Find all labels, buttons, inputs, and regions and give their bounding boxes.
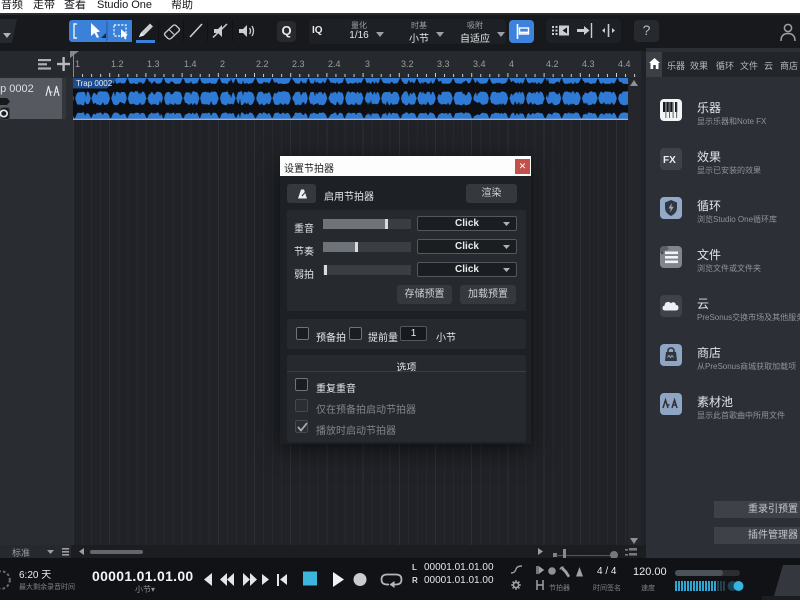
- svg-text:Trap 0002: Trap 0002: [76, 79, 113, 88]
- svg-text:FX: FX: [663, 155, 676, 166]
